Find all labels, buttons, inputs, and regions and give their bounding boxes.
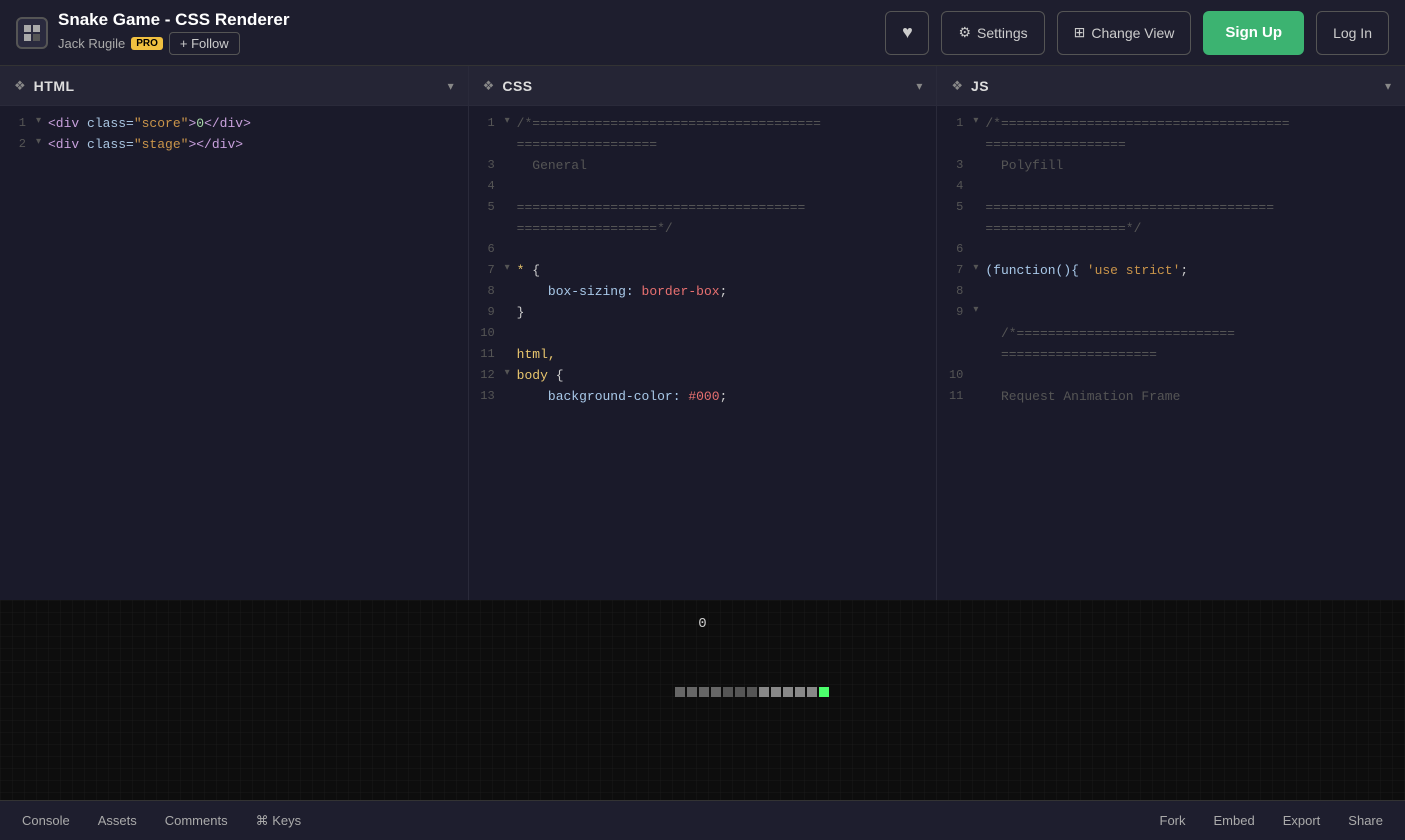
author-row: Jack Rugile PRO + Follow — [58, 32, 289, 55]
snake-segment — [699, 687, 709, 697]
embed-button[interactable]: Embed — [1200, 807, 1269, 834]
comments-tab[interactable]: Comments — [151, 807, 242, 834]
change-view-button[interactable]: ⊞ Change View — [1057, 11, 1192, 55]
code-line: /*============================ — [937, 324, 1405, 345]
code-line: 1 ▾ /*==================================… — [469, 114, 937, 135]
css-panel-header-left: ❖ CSS — [483, 78, 533, 94]
code-line: 9 ▾ — [937, 303, 1405, 324]
code-line: 10 — [469, 324, 937, 345]
logo-area: Snake Game - CSS Renderer Jack Rugile PR… — [16, 10, 289, 55]
logo-icon — [16, 17, 48, 49]
code-line: 9 } — [469, 303, 937, 324]
js-panel-title: JS — [971, 78, 989, 94]
title-area: Snake Game - CSS Renderer Jack Rugile PR… — [58, 10, 289, 55]
preview-area: 0 — [0, 600, 1405, 800]
html-panel-chevron[interactable]: ▾ — [448, 79, 454, 93]
assets-tab[interactable]: Assets — [84, 807, 151, 834]
code-line: 7 ▾ * { — [469, 261, 937, 282]
html-panel-icon: ❖ — [14, 78, 26, 94]
pro-badge: PRO — [131, 37, 163, 50]
code-line: 2 ▾ <div class="stage"></div> — [0, 135, 468, 156]
code-line: 12 ▾ body { — [469, 366, 937, 387]
login-button[interactable]: Log In — [1316, 11, 1389, 55]
code-line: 11 Request Animation Frame — [937, 387, 1405, 408]
snake-segment — [795, 687, 805, 697]
code-line: 5 ===================================== — [469, 198, 937, 219]
code-line: 3 Polyfill — [937, 156, 1405, 177]
snake-segment — [783, 687, 793, 697]
code-line: ================== — [937, 135, 1405, 156]
console-tab[interactable]: Console — [8, 807, 84, 834]
js-panel-header-left: ❖ JS — [951, 78, 989, 94]
js-code-area[interactable]: 1 ▾ /*==================================… — [937, 106, 1405, 600]
header: Snake Game - CSS Renderer Jack Rugile PR… — [0, 0, 1405, 66]
editor-area: ❖ HTML ▾ 1 ▾ <div class="score">0</div> … — [0, 66, 1405, 600]
snake-segment — [807, 687, 817, 697]
snake-segment — [735, 687, 745, 697]
js-panel: ❖ JS ▾ 1 ▾ /*===========================… — [937, 66, 1405, 600]
code-line: 4 — [937, 177, 1405, 198]
snake-segment — [747, 687, 757, 697]
css-panel: ❖ CSS ▾ 1 ▾ /*==========================… — [469, 66, 938, 600]
html-panel-title: HTML — [34, 78, 75, 94]
snake-segment — [759, 687, 769, 697]
settings-button[interactable]: ⚙ Settings — [941, 11, 1044, 55]
css-panel-chevron[interactable]: ▾ — [916, 79, 922, 93]
css-panel-title: CSS — [502, 78, 532, 94]
view-icon: ⊞ — [1074, 24, 1086, 41]
code-line: ==================*/ — [469, 219, 937, 240]
gear-icon: ⚙ — [958, 24, 971, 41]
code-line: 5 ===================================== — [937, 198, 1405, 219]
code-line: 13 background-color: #000; — [469, 387, 937, 408]
code-line: 3 General — [469, 156, 937, 177]
fork-button[interactable]: Fork — [1146, 807, 1200, 834]
keys-tab[interactable]: ⌘ Keys — [242, 807, 316, 835]
app-title: Snake Game - CSS Renderer — [58, 10, 289, 30]
html-code-area[interactable]: 1 ▾ <div class="score">0</div> 2 ▾ <div … — [0, 106, 468, 600]
code-line: ==================== — [937, 345, 1405, 366]
export-button[interactable]: Export — [1269, 807, 1335, 834]
code-line: 1 ▾ <div class="score">0</div> — [0, 114, 468, 135]
code-line: 4 — [469, 177, 937, 198]
author-name: Jack Rugile — [58, 36, 125, 51]
css-code-area[interactable]: 1 ▾ /*==================================… — [469, 106, 937, 600]
code-line: 11 html, — [469, 345, 937, 366]
bottom-bar: Console Assets Comments ⌘ Keys Fork Embe… — [0, 800, 1405, 840]
js-panel-icon: ❖ — [951, 78, 963, 94]
code-line: ================== — [469, 135, 937, 156]
snake-segment — [675, 687, 685, 697]
code-line: 7 ▾ (function(){ 'use strict'; — [937, 261, 1405, 282]
snake-head — [819, 687, 829, 697]
code-line: 1 ▾ /*==================================… — [937, 114, 1405, 135]
code-line: ==================*/ — [937, 219, 1405, 240]
js-panel-chevron[interactable]: ▾ — [1385, 79, 1391, 93]
snake-segment — [771, 687, 781, 697]
css-panel-icon: ❖ — [483, 78, 495, 94]
js-panel-header: ❖ JS ▾ — [937, 66, 1405, 106]
code-line: 10 — [937, 366, 1405, 387]
html-panel-header-left: ❖ HTML — [14, 78, 75, 94]
follow-button[interactable]: + Follow — [169, 32, 240, 55]
css-panel-header: ❖ CSS ▾ — [469, 66, 937, 106]
heart-icon: ♥ — [902, 22, 913, 43]
snake-segment — [711, 687, 721, 697]
signup-button[interactable]: Sign Up — [1203, 11, 1304, 55]
share-button[interactable]: Share — [1334, 807, 1397, 834]
code-line: 8 box-sizing: border-box; — [469, 282, 937, 303]
change-view-label: Change View — [1091, 25, 1174, 41]
snake-segment — [723, 687, 733, 697]
code-line: 8 — [937, 282, 1405, 303]
code-line: 6 — [937, 240, 1405, 261]
snake-container — [0, 600, 1405, 800]
html-panel-header: ❖ HTML ▾ — [0, 66, 468, 106]
heart-button[interactable]: ♥ — [885, 11, 929, 55]
snake-segment — [687, 687, 697, 697]
settings-label: Settings — [977, 25, 1028, 41]
code-line: 6 — [469, 240, 937, 261]
html-panel: ❖ HTML ▾ 1 ▾ <div class="score">0</div> … — [0, 66, 469, 600]
